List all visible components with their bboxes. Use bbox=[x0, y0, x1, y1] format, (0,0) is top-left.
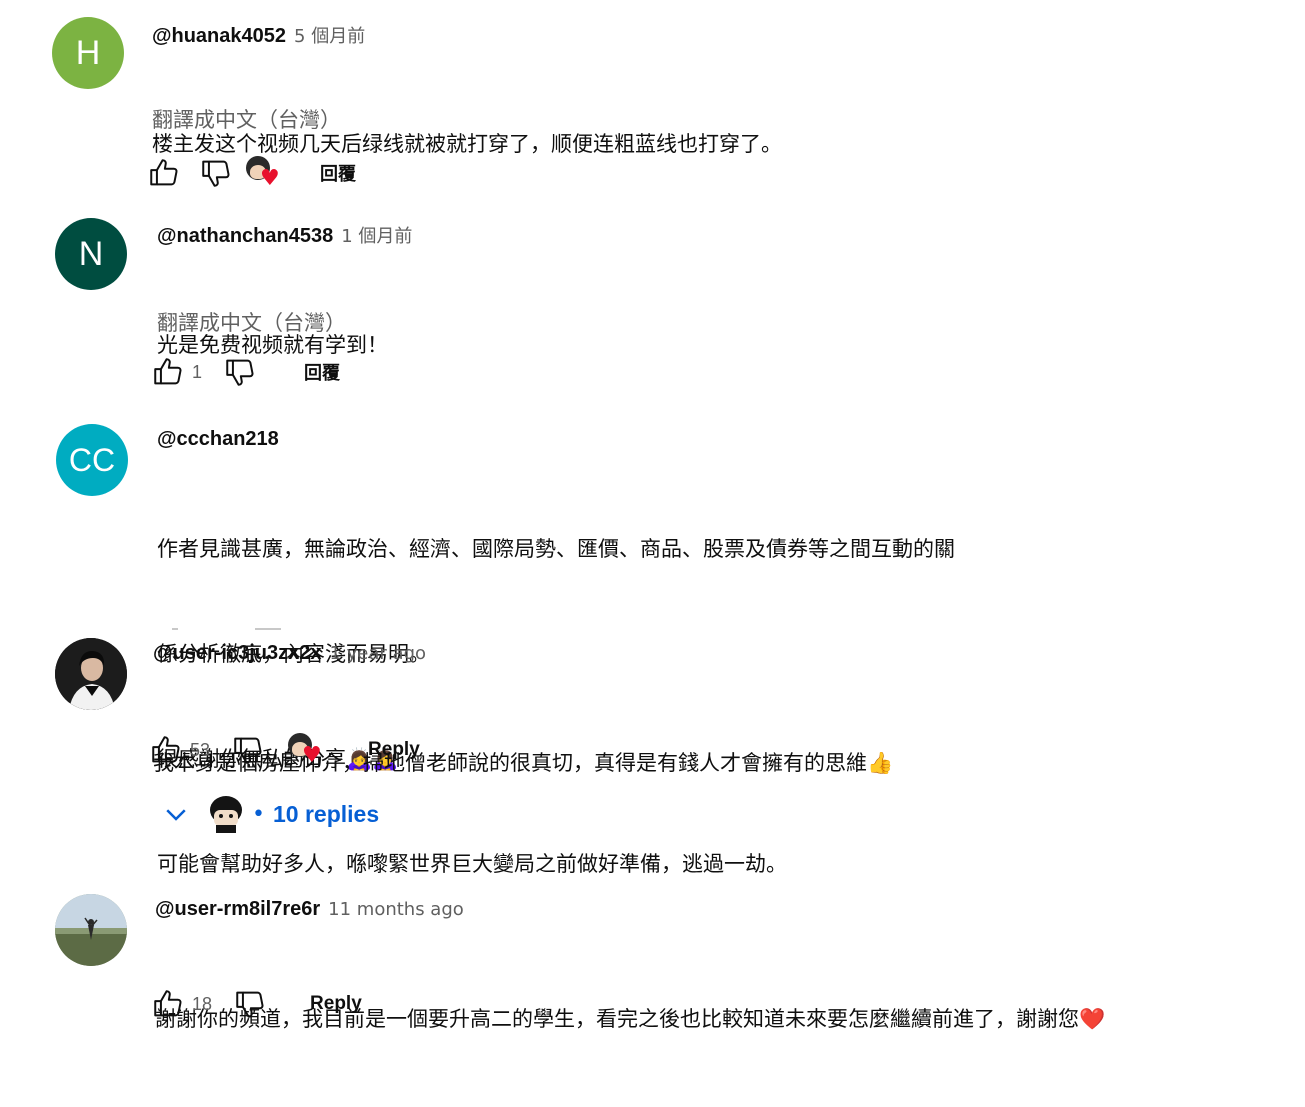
thumbs-down-icon[interactable] bbox=[230, 732, 266, 768]
avatar-letter: N bbox=[78, 234, 104, 273]
avatar-letter: CC bbox=[68, 441, 116, 478]
clipped-fragment bbox=[172, 628, 178, 630]
creator-heart: ♥ bbox=[246, 156, 280, 190]
comment-text: 楼主发这个视频几天后绿线就被就打穿了，顺便连粗蓝线也打穿了。 bbox=[152, 57, 782, 232]
separator-dot: • bbox=[252, 801, 265, 827]
avatar-photo bbox=[55, 638, 127, 710]
author-handle[interactable]: @user-rm8il7re6r bbox=[155, 898, 320, 921]
chevron-down-icon[interactable] bbox=[158, 796, 194, 832]
reply-button[interactable]: 回覆 bbox=[304, 359, 340, 385]
thumbs-up-icon[interactable] bbox=[146, 155, 182, 191]
comment-header: @user-rm8il7re6r 11 months ago bbox=[155, 898, 464, 921]
comment-header: @nathanchan4538 1 個月前 bbox=[157, 222, 412, 248]
thumbs-down-icon[interactable] bbox=[198, 155, 234, 191]
avatar[interactable]: N bbox=[55, 218, 127, 290]
like-count: 18 bbox=[192, 993, 213, 1014]
comment-header: @user-ic3ju3zx2x 1 year ago bbox=[153, 642, 426, 665]
comment-header: @huanak4052 5 個月前 bbox=[152, 22, 365, 48]
comment-time[interactable]: 1 year ago bbox=[329, 643, 426, 664]
creator-heart-icon: ♥ bbox=[260, 166, 280, 191]
comment-actions: ♥ 回覆 bbox=[146, 153, 356, 193]
thumbs-up-icon[interactable] bbox=[150, 354, 186, 390]
comment-header: @ccchan218 bbox=[157, 428, 279, 451]
translate-link[interactable]: 翻譯成中文（台灣） bbox=[157, 307, 346, 337]
reply-button[interactable]: Reply bbox=[310, 993, 362, 1015]
comment-time[interactable]: 1 個月前 bbox=[341, 222, 412, 248]
avatar-photo bbox=[55, 894, 127, 966]
avatar[interactable]: CC bbox=[56, 424, 128, 496]
author-handle[interactable]: @huanak4052 bbox=[152, 25, 286, 48]
creator-heart-icon: ♥ bbox=[302, 743, 322, 768]
reply-button[interactable]: Reply bbox=[368, 739, 420, 761]
avatar[interactable]: H bbox=[52, 17, 124, 89]
comment-line: 可能會幫助好多人，喺嚟緊世界巨大變局之前做好準備，逃過一劫。 bbox=[157, 852, 787, 876]
author-handle[interactable]: @ccchan218 bbox=[157, 428, 279, 451]
replies-count[interactable]: 10 replies bbox=[273, 801, 379, 828]
comment-actions: 53 ♥ Reply bbox=[148, 730, 420, 770]
thumbs-down-icon[interactable] bbox=[222, 354, 258, 390]
comment-actions: 1 回覆 bbox=[150, 352, 340, 392]
reply-button[interactable]: 回覆 bbox=[320, 160, 356, 186]
author-handle[interactable]: @nathanchan4538 bbox=[157, 225, 333, 248]
thumbs-up-icon[interactable] bbox=[150, 986, 186, 1022]
like-count: 53 bbox=[190, 739, 211, 760]
comment-time[interactable]: 11 months ago bbox=[328, 899, 464, 920]
clipped-fragment bbox=[255, 628, 281, 630]
like-count: 1 bbox=[192, 361, 203, 382]
translate-link[interactable]: 翻譯成中文（台灣） bbox=[152, 104, 341, 134]
avatar[interactable] bbox=[55, 638, 127, 710]
author-handle[interactable]: @user-ic3ju3zx2x bbox=[153, 642, 321, 665]
replier-avatar bbox=[206, 792, 246, 836]
comment-line: 作者見識甚廣，無論政治、經濟、國際局勢、匯價、商品、股票及債券等之間互動的關 bbox=[157, 537, 955, 561]
comment-text: 光是免费视频就有学到！ bbox=[157, 258, 388, 433]
creator-heart: ♥ bbox=[288, 733, 322, 767]
comment-time[interactable]: 5 個月前 bbox=[294, 22, 365, 48]
thumbs-down-icon[interactable] bbox=[232, 986, 268, 1022]
comment-actions: 18 Reply bbox=[150, 984, 362, 1024]
avatar[interactable] bbox=[55, 894, 127, 966]
avatar-letter: H bbox=[75, 33, 101, 72]
thumbs-up-icon[interactable] bbox=[148, 732, 184, 768]
view-replies-button[interactable]: • 10 replies bbox=[158, 792, 379, 836]
